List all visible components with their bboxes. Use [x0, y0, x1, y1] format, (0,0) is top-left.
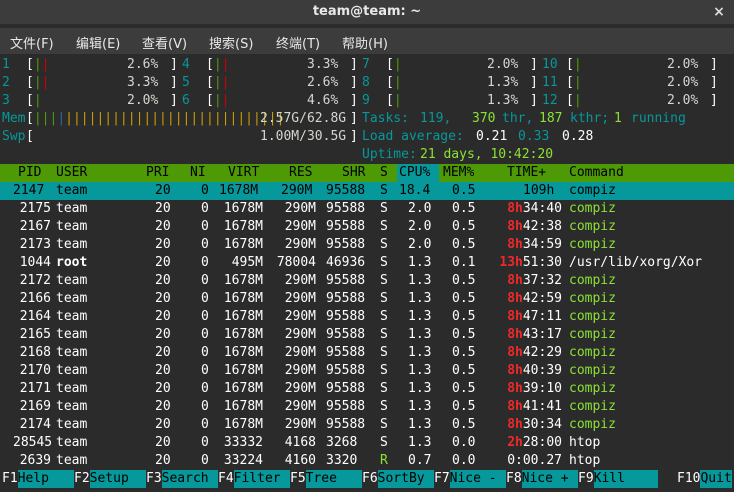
- cpu-meter-row-1: 1 [|| 2.6%] 4 [|| 3.3%] 7 [| 2.0%] 10 [| 2.0%]: [2, 57, 718, 72]
- f3-search-button[interactable]: F3Search: [146, 470, 218, 488]
- cpu-meter-row-3: 3 [| 2.0%] 6 [|| 4.6%] 9 [| 1.3%] 12 [| 2.0%]: [2, 93, 718, 108]
- f1-help-button[interactable]: F1Help: [2, 470, 74, 488]
- menu-search[interactable]: 搜索(S): [209, 33, 253, 52]
- f6-sortby-button[interactable]: F6SortBy: [362, 470, 434, 488]
- menu-edit[interactable]: 编辑(E): [76, 33, 120, 52]
- f2-setup-button[interactable]: F2Setup: [74, 470, 146, 488]
- swap-meter: Swp[1.00M/30.5G] Load average: 0.21 0.33 0.…: [2, 129, 594, 144]
- menu-bar: 文件(F) 编辑(E) 查看(V) 搜索(S) 终端(T) 帮助(H): [0, 28, 734, 54]
- f4-filter-button[interactable]: F4Filter: [218, 470, 290, 488]
- menu-terminal[interactable]: 终端(T): [276, 33, 320, 52]
- process-table-header: PID USER PRI NI VIRT RES SHR S CPU% MEM%…: [0, 164, 734, 182]
- col-shr[interactable]: SHR: [342, 164, 365, 182]
- f7-nice-minus-button[interactable]: F7Nice -: [434, 470, 506, 488]
- col-user[interactable]: USER: [56, 164, 87, 182]
- f9-kill-button[interactable]: F9Kill: [578, 470, 658, 488]
- close-icon[interactable]: ×: [710, 3, 728, 21]
- col-mem[interactable]: MEM%: [443, 164, 474, 182]
- uptime-line: Uptime: 21 days, 10:42:20: [362, 147, 554, 162]
- mem-meter: Mem [|||||||||||||||||||||||||||||||| 2.57…: [2, 111, 686, 126]
- f10-quit-button[interactable]: F10Quit: [677, 470, 733, 488]
- process-row-selected[interactable]: 2147 team 20 0 1678M 290M 95588 S 18.4 0…: [0, 182, 734, 200]
- f8-nice-plus-button[interactable]: F8Nice +: [506, 470, 578, 488]
- col-ni[interactable]: NI: [190, 164, 206, 182]
- cpu-meter-row-2: 2 [|| 3.3%] 5 [|| 2.6%] 8 [| 1.3%] 11 [| 2.0%]: [2, 75, 718, 90]
- menu-view[interactable]: 查看(V): [142, 33, 187, 52]
- col-pri[interactable]: PRI: [146, 164, 169, 182]
- col-cpu[interactable]: CPU%: [399, 164, 430, 182]
- menu-help[interactable]: 帮助(H): [342, 33, 388, 52]
- function-key-bar: F1Help F2Setup F3Search F4Filter F5Tree …: [0, 470, 734, 488]
- col-res[interactable]: RES: [289, 164, 312, 182]
- col-state[interactable]: S: [380, 164, 388, 182]
- col-time[interactable]: TIME+: [507, 164, 546, 182]
- f5-tree-button[interactable]: F5Tree: [290, 470, 362, 488]
- terminal-area[interactable]: 1 [|| 2.6%] 4 [|| 3.3%] 7 [| 2.0%] 10 [| 2.0%] 2…: [0, 54, 734, 492]
- window-title: team@team: ~: [312, 4, 422, 19]
- col-virt[interactable]: VIRT: [228, 164, 259, 182]
- col-command[interactable]: Command: [569, 164, 624, 182]
- col-pid[interactable]: PID: [18, 164, 41, 182]
- menu-file[interactable]: 文件(F): [10, 33, 54, 52]
- window-titlebar: team@team: ~ ×: [0, 0, 734, 24]
